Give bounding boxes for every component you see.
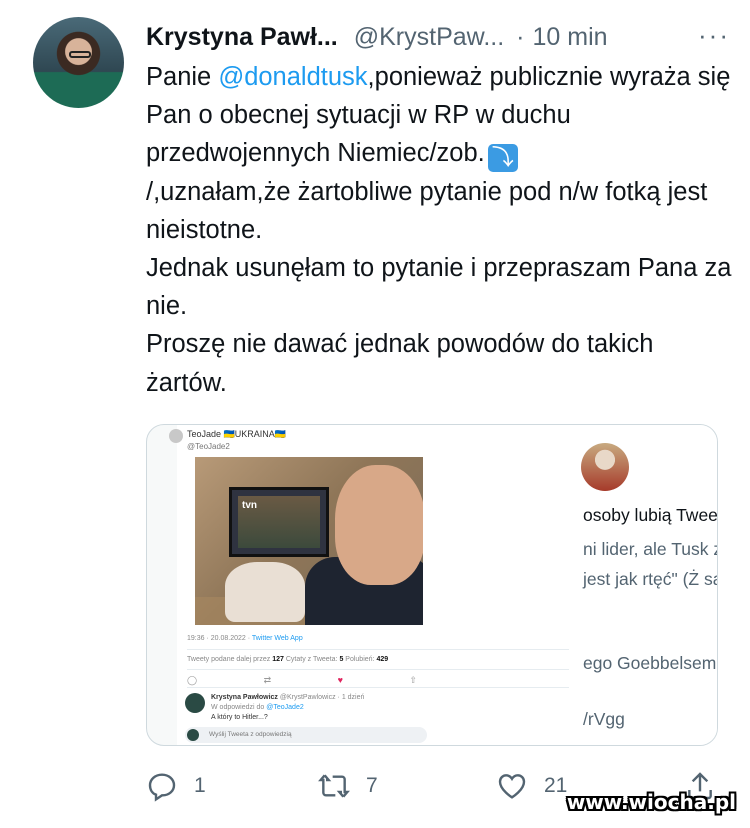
- author-handle[interactable]: @KrystPaw...: [354, 23, 504, 52]
- inner-retweet-icon: ⇄: [263, 675, 272, 685]
- right-avatar: [581, 443, 629, 491]
- inner-reply-icon: ◯: [187, 675, 198, 685]
- tv-screen: tvn: [238, 496, 320, 548]
- reply-to-label: W odpowiedzi do: [211, 704, 267, 711]
- text-part-5: Proszę nie dawać jednak powodów do takic…: [146, 330, 654, 397]
- inner-reply: Krystyna Pawłowicz @KrystPawlowicz · 1 d…: [211, 693, 364, 723]
- reply-count: 1: [194, 774, 206, 797]
- inner-like-icon: ♥: [337, 675, 343, 685]
- teojade-header: TeoJade 🇺🇦UKRAINA🇺🇦 @TeoJade2: [187, 429, 286, 451]
- right-line-3: jest jak rtęć" (Ż są jak tyfus) s: [583, 569, 717, 589]
- stats-likes: 429: [376, 656, 389, 663]
- attached-image[interactable]: TeoJade 🇺🇦UKRAINA🇺🇦 @TeoJade2 tvn 19:36 …: [146, 424, 718, 746]
- tv-set: tvn: [229, 487, 329, 557]
- reply-action[interactable]: 1: [146, 770, 206, 802]
- more-options-icon[interactable]: ···: [698, 20, 730, 51]
- tweet-time[interactable]: 10 min: [533, 23, 608, 52]
- stats-rt: 127: [272, 656, 284, 663]
- inner-time: 19:36 · 20.08.2022 ·: [187, 635, 252, 642]
- separator-dot: ·: [516, 22, 525, 51]
- divider: [187, 687, 569, 688]
- text-part-4: Jednak usunęłam to pytanie i przepraszam…: [146, 254, 732, 321]
- reply-text: A który to Hitler...?: [211, 714, 268, 721]
- teojade-avatar: [169, 429, 183, 443]
- retweet-action[interactable]: 7: [318, 770, 378, 802]
- reply-to-handle: @TeoJade2: [266, 704, 304, 711]
- right-line-4: ego Goebbelsem, bo jedzie mo: [583, 653, 718, 673]
- divider: [187, 649, 569, 650]
- retweet-icon: [318, 774, 350, 798]
- watermark: www.wiocha.pl: [566, 790, 736, 814]
- stats-rt-label: Tweety podane dalej przez: [187, 656, 273, 663]
- divider: [187, 669, 569, 670]
- teojade-handle: @TeoJade2: [187, 442, 230, 451]
- compose-avatar: [187, 729, 199, 741]
- right-line-2: ni lider, ale Tusk z żelazną miot: [583, 539, 717, 559]
- screenshot-right: osoby lubią Tweeta, w którym ni lider, a…: [579, 425, 718, 745]
- author-name[interactable]: Krystyna Pawł...: [146, 23, 338, 52]
- screenshot-left: TeoJade 🇺🇦UKRAINA🇺🇦 @TeoJade2 tvn 19:36 …: [169, 425, 579, 745]
- tvn-logo: tvn: [242, 500, 257, 511]
- text-part-1: Panie: [146, 63, 219, 91]
- tusk-photo: tvn: [195, 457, 423, 625]
- teojade-name: TeoJade 🇺🇦UKRAINA🇺🇦: [187, 429, 286, 439]
- retweet-count: 7: [366, 774, 378, 797]
- right-line-5: /rVgg: [583, 709, 625, 729]
- author-avatar[interactable]: [33, 17, 124, 108]
- text-part-3: /,uznałam,że żartobliwe pytanie pod n/w …: [146, 177, 708, 244]
- mention-donaldtusk[interactable]: @donaldtusk: [218, 63, 367, 91]
- reply-handle: @KrystPawlowicz · 1 dzień: [277, 694, 365, 701]
- tweet-text: Panie @donaldtusk,ponieważ publicznie wy…: [146, 58, 736, 402]
- right-line-1: osoby lubią Tweeta, w którym: [583, 505, 718, 525]
- tweet-header: Krystyna Pawł... @KrystPaw... · 10 min ·…: [146, 20, 730, 54]
- inner-compose: Wyślij Tweeta z odpowiedzią: [185, 727, 427, 743]
- inner-source: Twitter Web App: [251, 635, 303, 642]
- stats-quotes-label: Cytaty z Tweeta:: [283, 656, 340, 663]
- heart-icon: [498, 774, 526, 799]
- inner-share-icon: ⇧: [409, 675, 417, 685]
- avatar-glasses: [69, 51, 91, 58]
- reply-author: Krystyna Pawłowicz: [211, 694, 278, 701]
- stats-likes-label: Polubień:: [343, 656, 377, 663]
- arrow-down-icon: ⤵: [487, 144, 518, 173]
- reply-icon: [148, 773, 176, 802]
- inner-stats: Tweety podane dalej przez 127 Cytaty z T…: [187, 656, 388, 663]
- like-action[interactable]: 21: [496, 770, 567, 802]
- inner-timestamp: 19:36 · 20.08.2022 · Twitter Web App: [187, 635, 303, 642]
- children: [225, 562, 305, 622]
- man-face: [335, 465, 423, 585]
- reply-avatar: [185, 693, 205, 713]
- like-count: 21: [544, 774, 568, 797]
- inner-actions: ◯ ⇄ ♥ ⇧: [187, 675, 417, 686]
